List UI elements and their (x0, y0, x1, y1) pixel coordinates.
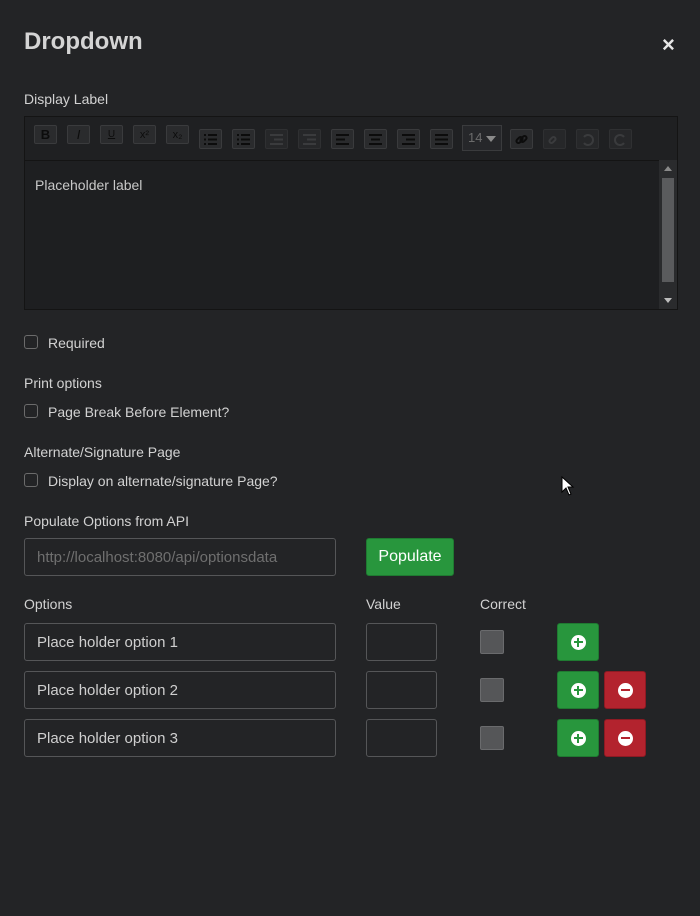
alternate-page-heading: Alternate/Signature Page (24, 444, 181, 460)
unlink-icon[interactable] (543, 129, 566, 149)
option-row (0, 671, 700, 709)
plus-circle-icon (570, 682, 586, 698)
option-value-input[interactable] (366, 719, 437, 757)
option-value-input[interactable] (366, 623, 437, 661)
align-left-icon[interactable] (331, 129, 354, 149)
page-break-label: Page Break Before Element? (48, 404, 230, 420)
populate-button[interactable]: Populate (366, 538, 454, 576)
close-icon[interactable]: × (662, 34, 675, 56)
print-options-heading: Print options (24, 375, 102, 391)
align-right-icon[interactable] (397, 129, 420, 149)
option-row (0, 719, 700, 757)
option-value-input[interactable] (366, 671, 437, 709)
options-header: Options (24, 596, 73, 612)
scroll-up-icon[interactable] (664, 166, 672, 171)
indent-icon[interactable] (298, 129, 321, 149)
page-break-checkbox[interactable] (24, 404, 38, 418)
correct-checkbox[interactable] (480, 726, 504, 750)
undo-icon[interactable] (576, 129, 599, 149)
italic-icon[interactable]: I (67, 125, 90, 144)
font-size-value: 14 (468, 130, 483, 145)
option-text-input[interactable] (24, 623, 336, 661)
scroll-thumb[interactable] (662, 178, 674, 282)
align-center-icon[interactable] (364, 129, 387, 149)
subscript-icon[interactable]: x₂ (166, 125, 189, 144)
api-heading: Populate Options from API (24, 513, 189, 529)
add-option-button[interactable] (557, 719, 599, 757)
rich-text-editor: B I U x² x₂ 14 Placeholder label (24, 116, 678, 310)
chevron-down-icon (486, 136, 496, 142)
value-header: Value (366, 596, 401, 612)
add-option-button[interactable] (557, 623, 599, 661)
bold-icon[interactable]: B (34, 125, 57, 144)
dialog-title: Dropdown (24, 28, 143, 55)
minus-circle-icon (617, 682, 633, 698)
superscript-icon[interactable]: x² (133, 125, 156, 144)
editor-scrollbar[interactable] (659, 160, 677, 309)
plus-circle-icon (570, 634, 586, 650)
editor-toolbar: B I U x² x₂ 14 (25, 117, 677, 161)
alternate-page-checkbox[interactable] (24, 473, 38, 487)
ordered-list-icon[interactable] (232, 129, 255, 149)
mouse-cursor-icon (561, 476, 575, 496)
required-checkbox[interactable] (24, 335, 38, 349)
correct-checkbox[interactable] (480, 630, 504, 654)
font-size-select[interactable]: 14 (462, 125, 502, 151)
underline-icon[interactable]: U (100, 125, 123, 144)
editor-content[interactable]: Placeholder label (35, 177, 142, 193)
correct-checkbox[interactable] (480, 678, 504, 702)
unordered-list-icon[interactable] (199, 129, 222, 149)
outdent-icon[interactable] (265, 129, 288, 149)
api-url-input[interactable] (24, 538, 336, 576)
option-text-input[interactable] (24, 671, 336, 709)
option-text-input[interactable] (24, 719, 336, 757)
redo-icon[interactable] (609, 129, 632, 149)
link-icon[interactable] (510, 129, 533, 149)
required-label: Required (48, 335, 105, 351)
correct-header: Correct (480, 596, 526, 612)
plus-circle-icon (570, 730, 586, 746)
add-option-button[interactable] (557, 671, 599, 709)
remove-option-button[interactable] (604, 671, 646, 709)
scroll-down-icon[interactable] (664, 298, 672, 303)
alternate-page-label: Display on alternate/signature Page? (48, 473, 278, 489)
minus-circle-icon (617, 730, 633, 746)
option-row (0, 623, 700, 661)
remove-option-button[interactable] (604, 719, 646, 757)
align-justify-icon[interactable] (430, 129, 453, 149)
display-label-heading: Display Label (24, 91, 109, 107)
